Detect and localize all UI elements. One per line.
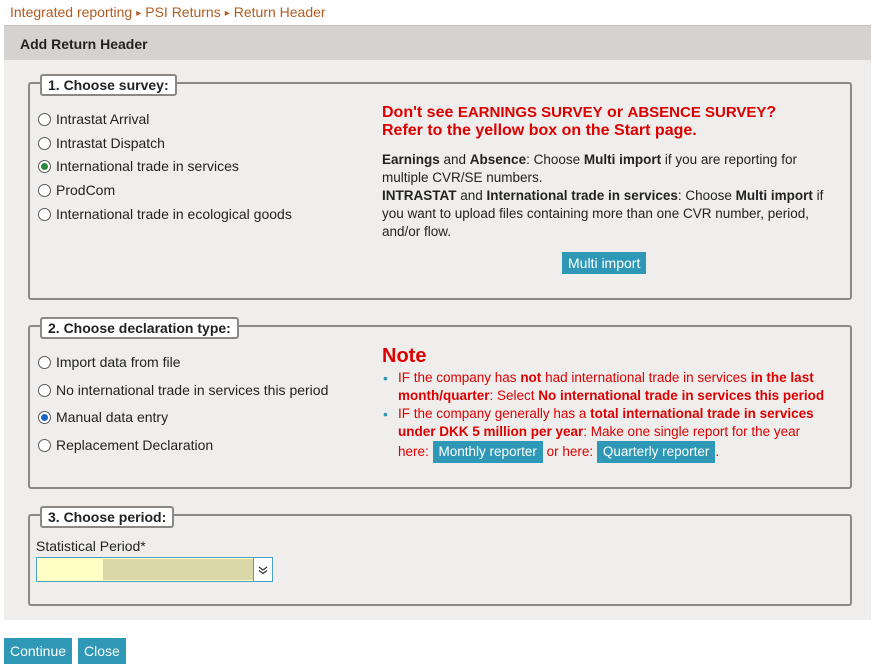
info-bold: Multi import [735, 188, 813, 203]
breadcrumb-separator-icon: ▸ [224, 8, 230, 19]
radio-icon[interactable] [38, 136, 51, 150]
survey-option-ecological-goods[interactable]: International trade in ecological goods [38, 206, 292, 222]
radio-label: Intrastat Arrival [56, 111, 150, 127]
breadcrumb-separator-icon: ▸ [136, 8, 142, 19]
continue-button[interactable]: Continue [4, 638, 73, 664]
info-bold: International trade in services [486, 188, 678, 203]
chevron-down-icon[interactable] [253, 558, 272, 581]
warning-text: ? [766, 104, 777, 121]
form-panel: 1. Choose survey: Intrastat Arrival Intr… [4, 60, 871, 620]
note-item-no-trade: IF the company has not had international… [382, 369, 832, 405]
survey-section: 1. Choose survey: Intrastat Arrival Intr… [28, 74, 852, 300]
note-bold: not [520, 370, 542, 385]
warning-line2: Refer to the yellow box on the Start pag… [382, 122, 697, 139]
info-text: : Choose [526, 152, 584, 167]
breadcrumb-psi-returns[interactable]: PSI Returns [145, 4, 220, 20]
declaration-option-no-trade[interactable]: No international trade in services this … [38, 382, 328, 398]
monthly-reporter-button[interactable]: Monthly reporter [432, 441, 543, 463]
info-bold: Absence [469, 152, 527, 167]
warning-text: or [602, 104, 628, 121]
note-text: . [715, 444, 720, 459]
radio-icon[interactable] [38, 355, 51, 369]
note-bold: No international trade in services this … [538, 388, 825, 403]
radio-label: No international trade in services this … [56, 382, 329, 398]
statistical-period-label: Statistical Period* [36, 538, 146, 554]
survey-option-international-trade-services[interactable]: International trade in services [38, 158, 239, 174]
radio-icon[interactable] [38, 383, 51, 397]
radio-icon[interactable] [38, 112, 51, 126]
survey-option-intrastat-arrival[interactable]: Intrastat Arrival [38, 111, 149, 127]
note-text: or here: [542, 444, 597, 459]
note-text: : Select [489, 388, 539, 403]
note-text: IF the company has [398, 370, 521, 385]
info-bold: Multi import [583, 152, 662, 167]
radio-selected-icon[interactable] [38, 159, 51, 173]
radio-label: Import data from file [56, 354, 181, 370]
info-text: : Choose [677, 188, 736, 203]
radio-icon[interactable] [38, 438, 51, 452]
radio-label: Replacement Declaration [56, 437, 214, 453]
warning-earnings-survey: EARNINGS SURVEY [457, 104, 603, 121]
period-section: 3. Choose period: Statistical Period* [28, 506, 852, 606]
close-button[interactable]: Close [78, 638, 126, 664]
note-text: had international trade in services [541, 370, 751, 385]
survey-warning: Don't see EARNINGS SURVEY or ABSENCE SUR… [382, 104, 842, 140]
page-title: Add Return Header [20, 36, 148, 52]
breadcrumb: Integrated reporting ▸ PSI Returns ▸ Return … [10, 4, 326, 20]
warning-text: Don't see [382, 104, 458, 121]
radio-label: Intrastat Dispatch [56, 135, 165, 151]
survey-legend: 1. Choose survey: [40, 74, 177, 96]
note-text: IF the company generally has a [398, 406, 591, 421]
info-text: and [456, 188, 487, 203]
survey-option-intrastat-dispatch[interactable]: Intrastat Dispatch [38, 135, 165, 151]
note-list: IF the company has not had international… [382, 369, 832, 463]
survey-option-prodcom[interactable]: ProdCom [38, 182, 115, 198]
info-text: and [439, 152, 470, 167]
multi-import-button[interactable]: Multi import [562, 252, 647, 274]
breadcrumb-return-header[interactable]: Return Header [234, 4, 326, 20]
breadcrumb-integrated-reporting[interactable]: Integrated reporting [10, 4, 132, 20]
declaration-option-manual-entry[interactable]: Manual data entry [38, 409, 168, 425]
select-value [103, 559, 253, 580]
radio-label: Manual data entry [56, 409, 169, 425]
radio-label: ProdCom [56, 182, 116, 198]
warning-absence-survey: ABSENCE SURVEY [627, 104, 767, 121]
survey-info: Earnings and Absence: Choose Multi impor… [382, 151, 827, 241]
radio-label: International trade in services [56, 158, 239, 174]
radio-label: International trade in ecological goods [56, 206, 292, 222]
declaration-option-replacement[interactable]: Replacement Declaration [38, 437, 213, 453]
statistical-period-select[interactable] [36, 557, 273, 582]
declaration-section: 2. Choose declaration type: Import data … [28, 317, 852, 489]
radio-selected-icon[interactable] [38, 410, 51, 424]
info-bold: INTRASTAT [382, 188, 457, 203]
note-item-under-threshold: IF the company generally has a total int… [382, 405, 832, 463]
info-bold: Earnings [382, 152, 440, 167]
period-legend: 3. Choose period: [40, 506, 175, 528]
declaration-legend: 2. Choose declaration type: [40, 317, 239, 339]
note-title: Note [382, 345, 427, 367]
quarterly-reporter-button[interactable]: Quarterly reporter [596, 441, 716, 463]
page-header: Add Return Header [4, 25, 871, 60]
radio-icon[interactable] [38, 207, 51, 221]
radio-icon[interactable] [38, 183, 51, 197]
declaration-option-import-file[interactable]: Import data from file [38, 354, 181, 370]
